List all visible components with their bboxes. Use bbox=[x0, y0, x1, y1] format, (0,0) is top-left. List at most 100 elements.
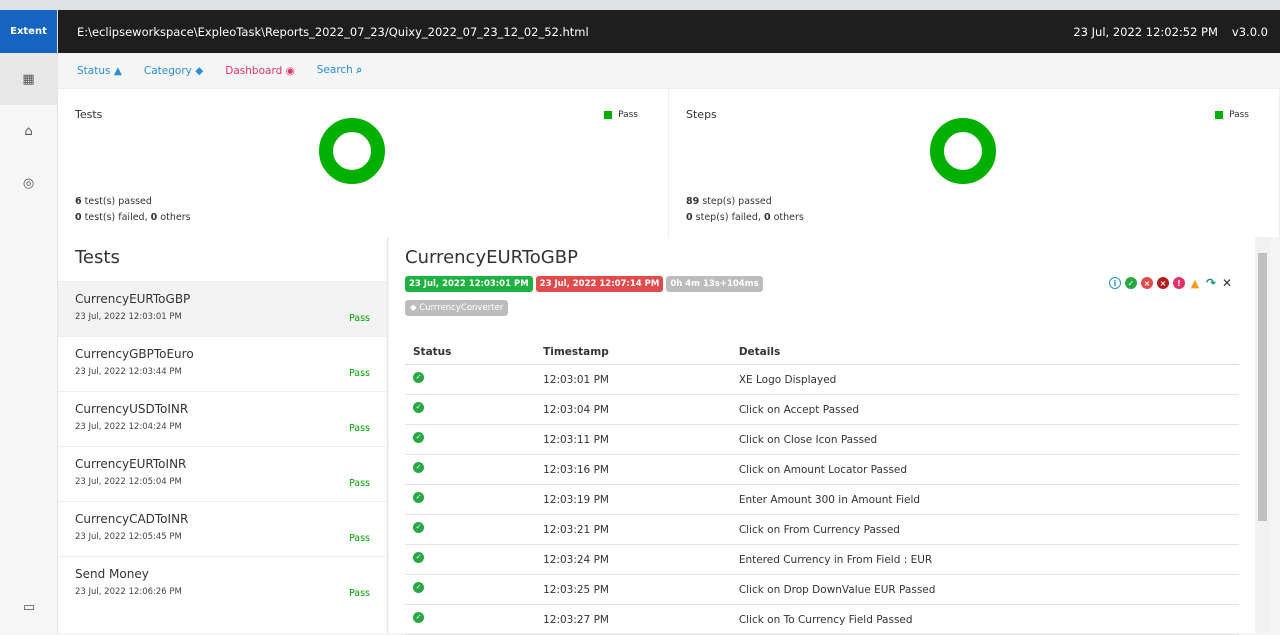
step-details: Click on From Currency Passed bbox=[730, 514, 1239, 545]
nav-status[interactable]: Status ▲ bbox=[77, 65, 122, 77]
status-filter-icons: i ✓ × × ! ▲ ↷ ✕ bbox=[1109, 276, 1233, 290]
card-title: Tests bbox=[75, 108, 103, 121]
test-time: 23 Jul, 2022 12:05:04 PM bbox=[75, 477, 182, 487]
test-name: CurrencyCADToINR bbox=[75, 512, 189, 526]
nav-dashboard[interactable]: Dashboard ◉ bbox=[225, 65, 294, 77]
col-status: Status bbox=[405, 346, 536, 365]
test-list-item[interactable]: CurrencyCADToINR 23 Jul, 2022 12:05:45 PM… bbox=[58, 501, 387, 556]
test-list-item[interactable]: CurrencyEURToGBP 23 Jul, 2022 12:03:01 PM… bbox=[58, 281, 387, 336]
test-detail: CurrencyEURToGBP 23 Jul, 2022 12:03:01 P… bbox=[389, 237, 1255, 635]
tests-failed: 0 test(s) failed, 0 others bbox=[75, 212, 191, 223]
step-details: XE Logo Displayed bbox=[730, 364, 1239, 395]
pass-icon: ✓ bbox=[413, 522, 424, 533]
tests-donut-chart bbox=[319, 118, 385, 184]
col-details: Details bbox=[730, 346, 1239, 365]
legend: Pass bbox=[604, 110, 638, 120]
table-row: ✓ 12:03:04 PM Click on Accept Passed bbox=[405, 394, 1239, 425]
report-datetime: 23 Jul, 2022 12:02:52 PM bbox=[1073, 24, 1218, 39]
test-list-item[interactable]: Send Money 23 Jul, 2022 12:06:26 PM Pass bbox=[58, 556, 387, 611]
tests-passed: 6 test(s) passed bbox=[75, 196, 152, 207]
step-details: Entered Currency in From Field : EUR bbox=[730, 544, 1239, 575]
tag-icon[interactable]: ⌂ bbox=[0, 105, 57, 157]
dashboard-cards: Tests Pass 6 test(s) passed 0 test(s) fa… bbox=[58, 88, 1280, 237]
steps-passed: 89 step(s) passed bbox=[686, 196, 772, 207]
step-time: 12:03:11 PM bbox=[535, 424, 731, 455]
test-status: Pass bbox=[348, 368, 370, 379]
warning-icon[interactable]: ▲ bbox=[1189, 277, 1201, 290]
fingerprint-icon: ◉ bbox=[285, 64, 295, 77]
steps-donut-chart bbox=[930, 118, 996, 184]
step-time: 12:03:21 PM bbox=[535, 514, 731, 545]
tests-card: Tests Pass 6 test(s) passed 0 test(s) fa… bbox=[58, 89, 669, 237]
test-name: CurrencyGBPToEuro bbox=[75, 347, 194, 361]
fail-icon[interactable]: × bbox=[1141, 277, 1153, 289]
pass-icon: ✓ bbox=[413, 582, 424, 593]
scrollbar[interactable] bbox=[1255, 237, 1270, 633]
skip-icon[interactable]: ↷ bbox=[1205, 276, 1217, 290]
col-timestamp: Timestamp bbox=[535, 346, 731, 365]
table-row: ✓ 12:03:24 PM Entered Currency in From Fie… bbox=[405, 544, 1239, 575]
test-list-item[interactable]: CurrencyGBPToEuro 23 Jul, 2022 12:03:44 P… bbox=[58, 336, 387, 391]
table-row: ✓ 12:03:01 PM XE Logo Displayed bbox=[405, 364, 1239, 395]
test-name: CurrencyEURToINR bbox=[75, 457, 187, 471]
step-time: 12:03:25 PM bbox=[535, 574, 731, 605]
table-row: ✓ 12:03:27 PM Click on To Currency Field P… bbox=[405, 604, 1239, 635]
brand-logo: Extent bbox=[0, 10, 57, 53]
test-list-item[interactable]: CurrencyEURToINR 23 Jul, 2022 12:05:04 PM… bbox=[58, 446, 387, 501]
category-tag[interactable]: ◆ CurrrencyConverter bbox=[405, 300, 509, 316]
nav-search[interactable]: Search ⌕ bbox=[317, 64, 362, 77]
table-row: ✓ 12:03:19 PM Enter Amount 300 in Amount F… bbox=[405, 484, 1239, 515]
step-time: 12:03:27 PM bbox=[535, 604, 731, 635]
table-row: ✓ 12:03:16 PM Click on Amount Locator Pass… bbox=[405, 454, 1239, 485]
search-icon: ⌕ bbox=[356, 64, 363, 76]
table-row: ✓ 12:03:21 PM Click on From Currency Passe… bbox=[405, 514, 1239, 545]
test-time: 23 Jul, 2022 12:03:44 PM bbox=[75, 367, 182, 377]
tag-icon: ◆ bbox=[195, 64, 204, 77]
pass-icon: ✓ bbox=[413, 432, 424, 443]
pass-icon: ✓ bbox=[413, 552, 424, 563]
error-icon[interactable]: ! bbox=[1173, 277, 1185, 289]
step-details: Click on Drop DownValue EUR Passed bbox=[730, 574, 1239, 605]
test-list-item[interactable]: CurrencyUSDToINR 23 Jul, 2022 12:04:24 PM… bbox=[58, 391, 387, 446]
top-header: E:\eclipseworkspace\ExpleoTask\Reports_2… bbox=[58, 10, 1280, 53]
fingerprint-icon[interactable]: ◎ bbox=[0, 157, 57, 209]
test-name: CurrencyUSDToINR bbox=[75, 402, 189, 416]
legend: Pass bbox=[1215, 110, 1249, 120]
step-details: Enter Amount 300 in Amount Field bbox=[730, 484, 1239, 515]
test-name: CurrencyEURToGBP bbox=[75, 292, 191, 306]
test-status: Pass bbox=[348, 423, 370, 434]
pass-icon: ✓ bbox=[413, 462, 424, 473]
test-status: Pass bbox=[348, 533, 370, 544]
step-details: Click on Accept Passed bbox=[730, 394, 1239, 425]
steps-card: Steps Pass 89 step(s) passed 0 step(s) f… bbox=[669, 89, 1280, 237]
dashboard-view-icon[interactable]: ▦ bbox=[0, 53, 57, 105]
step-time: 12:03:24 PM bbox=[535, 544, 731, 575]
version: v3.0.0 bbox=[1231, 24, 1268, 39]
monitor-icon[interactable]: ▭ bbox=[0, 581, 58, 633]
steps-failed: 0 step(s) failed, 0 others bbox=[686, 212, 804, 223]
fatal-icon[interactable]: × bbox=[1157, 277, 1169, 289]
info-icon[interactable]: i bbox=[1109, 277, 1121, 289]
clear-icon[interactable]: ✕ bbox=[1221, 276, 1233, 290]
test-status: Pass bbox=[348, 478, 370, 489]
pass-icon: ✓ bbox=[413, 612, 424, 623]
end-time-badge: 23 Jul, 2022 12:07:14 PM bbox=[535, 276, 664, 292]
report-path: E:\eclipseworkspace\ExpleoTask\Reports_2… bbox=[77, 24, 589, 39]
test-status: Pass bbox=[348, 313, 370, 324]
nav-category[interactable]: Category ◆ bbox=[144, 65, 203, 77]
tests-heading: Tests bbox=[75, 247, 120, 268]
duration-badge: 0h 4m 13s+104ms bbox=[666, 276, 763, 292]
test-status: Pass bbox=[348, 588, 370, 599]
nav-bar: Status ▲ Category ◆ Dashboard ◉ Search ⌕ bbox=[58, 53, 1280, 88]
step-details: Click on To Currency Field Passed bbox=[730, 604, 1239, 635]
test-time: 23 Jul, 2022 12:04:24 PM bbox=[75, 422, 182, 432]
pass-icon[interactable]: ✓ bbox=[1125, 277, 1137, 289]
test-time: 23 Jul, 2022 12:06:26 PM bbox=[75, 587, 182, 597]
step-time: 12:03:01 PM bbox=[535, 364, 731, 395]
steps-table: Status Timestamp Details ✓ 12:03:01 PM XE … bbox=[405, 346, 1239, 635]
browser-bar bbox=[0, 0, 1280, 10]
pass-icon: ✓ bbox=[413, 492, 424, 503]
warning-icon: ▲ bbox=[113, 64, 122, 77]
test-name: Send Money bbox=[75, 567, 149, 581]
pass-icon: ✓ bbox=[413, 402, 424, 413]
